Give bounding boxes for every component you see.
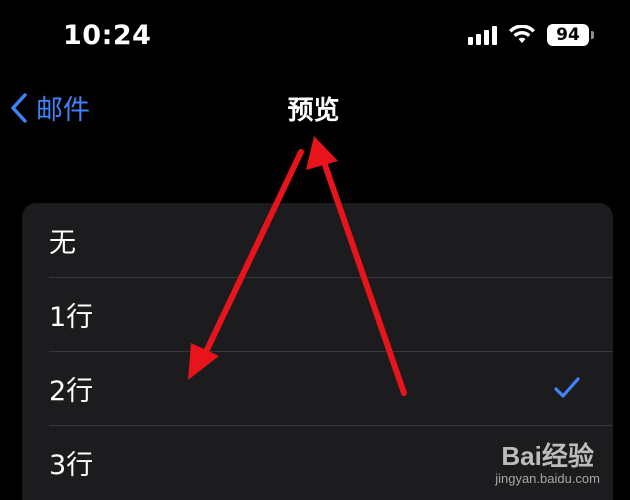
battery-icon: 94 bbox=[547, 24, 594, 46]
option-1-line[interactable]: 1行 bbox=[22, 277, 613, 351]
watermark-logo: Bai经验 bbox=[501, 436, 593, 473]
watermark-url: jingyan.baidu.com bbox=[495, 471, 600, 486]
battery-cap bbox=[591, 31, 594, 39]
cellular-signal-icon bbox=[468, 25, 497, 45]
screen: 10:24 94 邮件 预览 无 1行 2行 3行 Bai经验 jingyan.… bbox=[0, 0, 630, 500]
page-title: 预览 bbox=[287, 96, 340, 126]
option-label: 3行 bbox=[49, 449, 94, 481]
battery-level: 94 bbox=[547, 24, 589, 46]
watermark-brand: Bai经验 bbox=[501, 441, 594, 471]
wifi-icon bbox=[509, 25, 535, 43]
status-icons: 94 bbox=[468, 24, 594, 46]
annotation-arrowhead-up bbox=[306, 136, 338, 170]
option-label: 无 bbox=[49, 227, 76, 259]
option-label: 1行 bbox=[49, 301, 94, 333]
watermark: Bai经验 jingyan.baidu.com bbox=[495, 436, 600, 486]
checkmark-icon bbox=[554, 377, 580, 398]
option-none[interactable]: 无 bbox=[22, 203, 613, 277]
option-label: 2行 bbox=[49, 375, 94, 407]
status-time: 10:24 bbox=[63, 20, 152, 51]
option-2-lines[interactable]: 2行 bbox=[22, 351, 613, 425]
